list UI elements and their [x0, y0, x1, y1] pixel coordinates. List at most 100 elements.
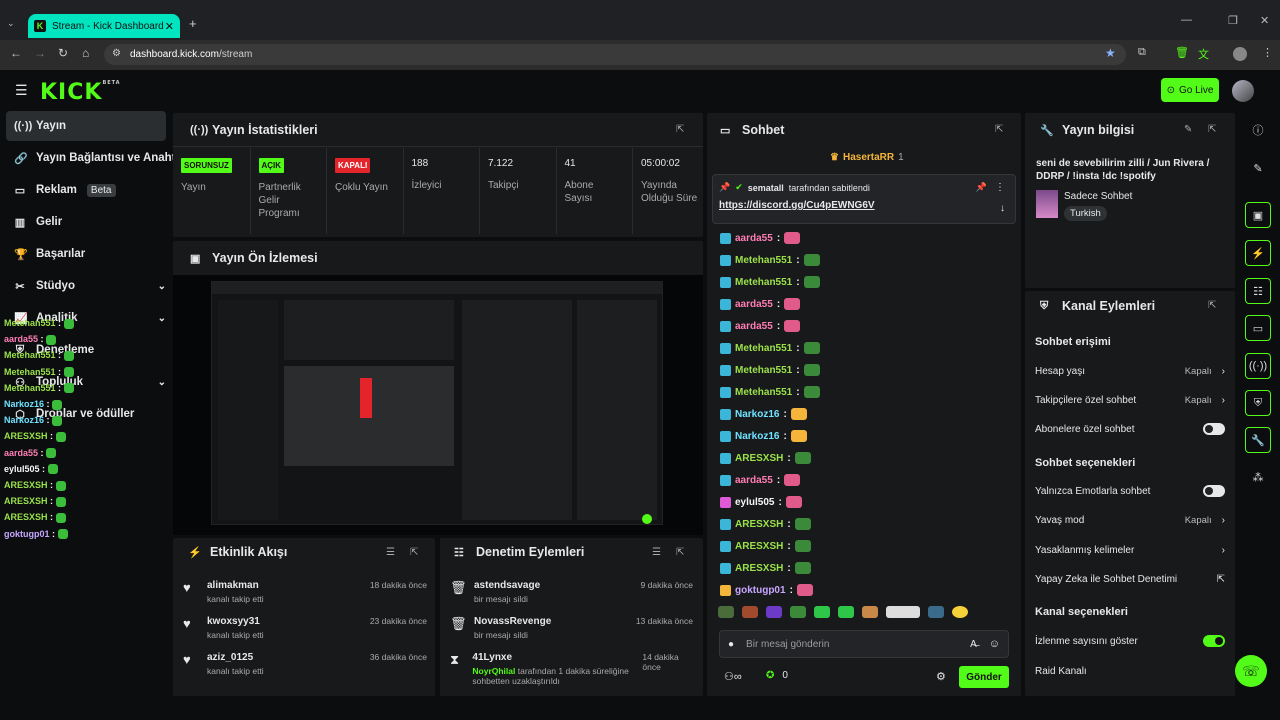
chat-username[interactable]: ARESXSH [735, 519, 783, 530]
support-chat-button[interactable]: ☏ [1235, 655, 1267, 687]
home-icon[interactable]: ⌂ [82, 46, 89, 60]
stats-toggle-icon[interactable]: ((·)) [1245, 353, 1271, 379]
chat-message[interactable]: Narkoz16: [720, 426, 807, 446]
emote-icon[interactable] [814, 606, 830, 618]
chat-message[interactable]: Narkoz16: [720, 404, 807, 424]
browser-tab[interactable]: K Stream - Kick Dashboard ✕ [28, 14, 180, 38]
profile-icon[interactable] [1233, 47, 1247, 61]
extension-translate-icon[interactable]: 文 [1198, 46, 1209, 62]
chat-username[interactable]: aarda55 [735, 321, 773, 332]
account-age-row[interactable]: Hesap yaşı Kapalı › [1035, 364, 1225, 378]
emoji-icon[interactable]: ☺ [989, 638, 1000, 650]
extension-trash-icon[interactable]: 🗑 [1175, 46, 1189, 59]
new-tab-icon[interactable]: + [189, 16, 197, 31]
emote-icon[interactable] [886, 606, 920, 618]
kick-logo[interactable]: KICKBETA [40, 80, 121, 105]
chat-username[interactable]: eylul505 [735, 497, 774, 508]
channel-points[interactable]: ✪ 0 [766, 670, 788, 681]
popout-icon[interactable]: ⇱ [1208, 124, 1216, 135]
preview-toggle-icon[interactable]: ▣ [1245, 202, 1271, 228]
chat-message[interactable]: ARESXSH: [720, 536, 811, 556]
unpin-icon[interactable]: 📌 [976, 182, 987, 193]
chat-username[interactable]: aarda55 [735, 299, 773, 310]
send-button[interactable]: Gönder [959, 666, 1009, 688]
chat-toggle-icon[interactable]: ▭ [1245, 315, 1271, 341]
browser-menu-icon[interactable]: ⋮ [1262, 46, 1273, 59]
close-tab-icon[interactable]: ✕ [165, 20, 174, 33]
chat-username[interactable]: ARESXSH [735, 541, 783, 552]
pinned-link[interactable]: https://discord.gg/Cu4pEWNG6V [719, 200, 875, 211]
more-options-icon[interactable]: ⋮ [995, 182, 1005, 193]
followers-only-row[interactable]: Takipçilere özel sohbet Kapalı › [1035, 393, 1225, 407]
chat-message[interactable]: aarda55: [720, 294, 801, 314]
raid-row[interactable]: Raid Kanalı [1035, 664, 1225, 678]
emote-icon[interactable] [862, 606, 878, 618]
chat-message[interactable]: Metehan551: [720, 382, 820, 402]
preview-video[interactable] [173, 275, 703, 535]
minimize-icon[interactable]: — [1181, 14, 1192, 26]
expand-icon[interactable]: ↓ [1000, 203, 1005, 214]
modlog-toggle-icon[interactable]: ☷ [1245, 278, 1271, 304]
chat-input[interactable]: ● Bir mesaj gönderin A̶ ☺ [719, 630, 1009, 658]
activity-row[interactable]: ♥ kwoxsyy31 kanalı takip etti 23 dakika önc… [183, 616, 427, 652]
hamburger-menu-icon[interactable]: ☰ [15, 82, 28, 99]
extensions-icon[interactable]: ⧉ [1138, 46, 1146, 59]
slow-mode-row[interactable]: Yavaş mod Kapalı › [1035, 513, 1225, 527]
chat-username[interactable]: goktugp01 [735, 585, 786, 596]
chat-message[interactable]: Metehan551: [720, 338, 820, 358]
modlog-row[interactable]: 🗑 astendsavage bir mesajı sildi 9 dakika ön… [450, 580, 693, 616]
chat-username[interactable]: Narkoz16 [735, 431, 779, 442]
edit-icon[interactable]: ✎ [1184, 124, 1192, 135]
maximize-icon[interactable]: ❐ [1228, 14, 1238, 27]
url-field[interactable]: dashboard.kick.com/stream [104, 44, 1126, 65]
chat-username[interactable]: Narkoz16 [735, 409, 779, 420]
sidebar-item-2[interactable]: ▭ Reklam Beta [6, 175, 166, 205]
back-icon[interactable]: ← [10, 46, 22, 60]
chat-message[interactable]: goktugp01: [720, 580, 813, 600]
emote-icon[interactable] [742, 606, 758, 618]
tag-badge[interactable]: Turkish [1064, 206, 1107, 221]
popout-icon[interactable]: ⇱ [676, 124, 684, 135]
translate-icon[interactable]: A̶ [970, 639, 977, 650]
ai-mod-row[interactable]: Yapay Zeka ile Sohbet Denetimi ⇱ [1035, 572, 1225, 586]
channel-actions-toggle-icon[interactable]: ⛨ [1245, 390, 1271, 416]
chat-username[interactable]: Metehan551 [735, 343, 792, 354]
go-live-button[interactable]: ⊙ Go Live [1161, 78, 1219, 102]
chat-message[interactable]: aarda55: [720, 470, 801, 490]
chat-message[interactable]: eylul505: [720, 492, 802, 512]
chat-message[interactable]: Metehan551: [720, 360, 820, 380]
popout-icon[interactable]: ⇱ [410, 547, 418, 558]
chat-username[interactable]: Metehan551 [735, 255, 792, 266]
popout-icon[interactable]: ⇱ [676, 547, 684, 558]
chat-username[interactable]: Metehan551 [735, 387, 792, 398]
popout-icon[interactable]: ⇱ [1208, 300, 1216, 311]
reload-icon[interactable]: ↻ [58, 46, 68, 60]
forward-icon[interactable]: → [34, 46, 46, 60]
users-infinity-icon[interactable]: ⚇∞ [724, 670, 742, 683]
chat-username[interactable]: aarda55 [735, 475, 773, 486]
close-window-icon[interactable]: ✕ [1260, 14, 1269, 27]
top-gifter[interactable]: ♛ HasertaRR 1 [830, 152, 904, 163]
popout-icon[interactable]: ⇱ [995, 124, 1003, 135]
tab-search-icon[interactable]: ⌄ [7, 18, 15, 29]
chat-username[interactable]: ARESXSH [735, 453, 783, 464]
sidebar-item-3[interactable]: ▥ Gelir [6, 207, 166, 237]
modlog-row[interactable]: ⧗ 41Lynxe NoyrQhilal tarafından 1 dakika s… [450, 652, 693, 688]
sidebar-item-1[interactable]: 🔗 Yayın Bağlantısı ve Anahtarı [6, 143, 190, 173]
emote-icon[interactable] [838, 606, 854, 618]
modlog-row[interactable]: 🗑 NovassRevenge bir mesajı sildi 13 dakika … [450, 616, 693, 652]
activity-toggle-icon[interactable]: ⚡ [1245, 240, 1271, 266]
chat-message[interactable]: aarda55: [720, 228, 801, 248]
activity-row[interactable]: ♥ alimakman kanalı takip etti 18 dakika önc… [183, 580, 427, 616]
filter-icon[interactable]: ☰ [386, 547, 395, 558]
user-avatar[interactable] [1232, 80, 1254, 102]
sidebar-item-0[interactable]: ((·)) Yayın [6, 111, 166, 141]
subs-only-toggle[interactable] [1203, 423, 1225, 435]
chat-username[interactable]: Metehan551 [735, 277, 792, 288]
info-icon[interactable]: ⓘ [1245, 117, 1271, 143]
chat-settings-icon[interactable]: ⚙ [936, 670, 946, 683]
chat-message[interactable]: Metehan551: [720, 272, 820, 292]
emote-only-toggle[interactable] [1203, 485, 1225, 497]
activity-row[interactable]: ♥ aziz_0125 kanalı takip etti 36 dakika önc… [183, 652, 427, 688]
emote-icon[interactable] [766, 606, 782, 618]
